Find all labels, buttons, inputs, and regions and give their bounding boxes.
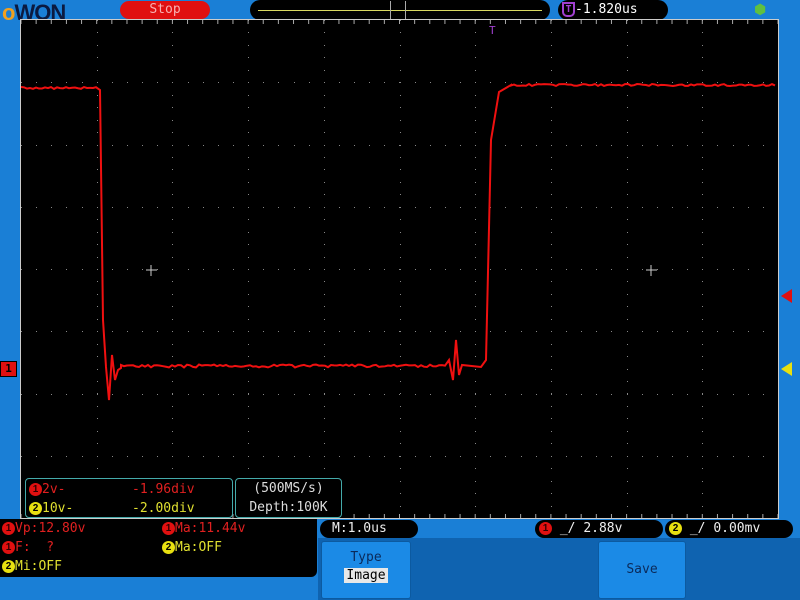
trigger-icon: T [562,2,575,17]
ch1-vp: Vp:12.80v [15,521,85,536]
ch1-frequency: F: ? [15,540,54,555]
usb-icon: ⬢ [754,2,766,18]
ch2-trigger-level-marker[interactable] [781,362,792,376]
ch1-offset: -1.96div [132,482,195,497]
type-value: Image [344,568,387,583]
type-button[interactable]: Type Image [321,541,411,599]
ch1-max: Ma:11.44v [175,521,245,536]
ch2-settings: 2 10v- -2.00div [29,499,229,518]
ch1-trigger-level-marker[interactable] [781,289,792,303]
ch1-settings: 1 2v- -1.96div [29,480,229,499]
ch1-trigger-value: 2.88v [583,521,622,536]
sample-rate: (500MS/s) [236,479,341,498]
measurements-panel: 1 Vp:12.80v 1 Ma:11.44v 1 F: ? 2 Ma:OFF 2 Mi:… [0,519,317,577]
trigger-time: -1.820us [575,2,638,17]
channel-settings: 1 2v- -1.96div 2 10v- -2.00div [25,478,233,518]
trigger-time-readout: T -1.820us [558,0,668,20]
ch2-badge: 2 [29,502,42,515]
type-label: Type [322,550,410,565]
acquisition-info: (500MS/s) Depth:100K [235,478,342,518]
ch2-offset: -2.00div [132,501,195,516]
view-window [390,1,406,19]
ch2-trigger-value: 0.00mv [713,521,760,536]
ch2-scale: 10v- [42,499,132,518]
ch1-trigger-level: 1 _/ 2.88v [535,520,663,538]
save-button[interactable]: Save [598,541,686,599]
ch2-min: Mi:OFF [15,559,62,574]
waveform-display: T [20,19,779,519]
horizontal-position-bar [250,0,550,20]
ch1-ground-marker[interactable]: 1 [0,361,17,377]
ch1-scale: 2v- [42,480,132,499]
graticule [21,20,778,518]
timebase: M:1.0us [320,520,418,538]
ch2-max: Ma:OFF [175,540,222,555]
trigger-position-marker: T [489,24,496,37]
run-stop-status[interactable]: Stop [120,1,210,19]
memory-depth: Depth:100K [236,498,341,517]
ch2-trigger-level: 2 _/ 0.00mv [665,520,793,538]
waveform-svg: T [21,20,778,518]
channel-1-trace [21,84,775,400]
ch1-badge: 1 [29,483,42,496]
